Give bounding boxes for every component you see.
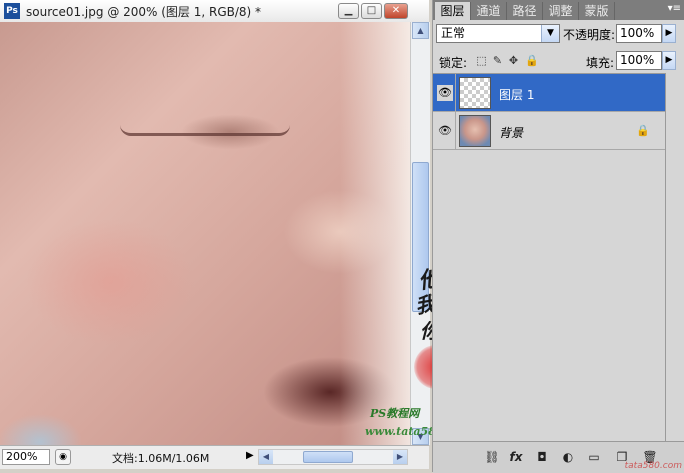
close-button[interactable]: ✕ bbox=[384, 3, 408, 19]
photoshop-icon: Ps bbox=[4, 3, 20, 19]
fill-field[interactable]: 100% bbox=[616, 51, 662, 70]
opacity-field[interactable]: 100% bbox=[616, 24, 662, 43]
zoom-level-field[interactable]: 200% bbox=[2, 449, 50, 465]
scroll-right-arrow-icon[interactable]: ▶ bbox=[393, 450, 407, 464]
layer-row[interactable]: 👁 图层 1 bbox=[433, 74, 665, 112]
layer-row[interactable]: 👁 背景 🔒 bbox=[433, 112, 665, 150]
lock-all-icon[interactable]: 🔒 bbox=[525, 54, 539, 67]
tab-paths[interactable]: 路径 bbox=[507, 2, 543, 20]
group-icon[interactable]: ▭ bbox=[585, 449, 603, 465]
layer-divider bbox=[455, 74, 456, 112]
fill-label: 填充: bbox=[586, 56, 615, 70]
blend-mode-value: 正常 bbox=[441, 26, 466, 40]
lock-label: 锁定: bbox=[439, 56, 468, 70]
status-info-icon[interactable]: ◉ bbox=[55, 449, 71, 465]
eye-icon[interactable]: 👁 bbox=[437, 123, 453, 139]
layers-panel: 图层 通道 路径 调整 蒙版 ▾≡ 正常 ▼ 不透明度: 100% ▶ 锁定: … bbox=[432, 0, 684, 473]
document-title: source01.jpg @ 200% (图层 1, RGB/8) * bbox=[26, 5, 262, 19]
panel-tab-bar: 图层 通道 路径 调整 蒙版 ▾≡ bbox=[433, 0, 684, 20]
tab-layers[interactable]: 图层 bbox=[435, 2, 471, 20]
document-titlebar[interactable]: Ps source01.jpg @ 200% (图层 1, RGB/8) * ▁… bbox=[0, 0, 429, 23]
tab-adjustments[interactable]: 调整 bbox=[543, 2, 579, 20]
status-bar: 200% ◉ 文档:1.06M/1.06M ▶ ◀ ▶ bbox=[0, 445, 429, 469]
status-menu-arrow-icon[interactable]: ▶ bbox=[246, 450, 254, 461]
layer-thumbnail bbox=[459, 77, 491, 109]
watermark-site-name: PS教程网 bbox=[370, 407, 420, 420]
layer-thumbnail bbox=[459, 115, 491, 147]
fx-icon[interactable]: fx bbox=[507, 449, 525, 465]
image-canvas[interactable] bbox=[0, 22, 410, 445]
minimize-button[interactable]: ▁ bbox=[338, 3, 359, 19]
mask-icon[interactable]: ◘ bbox=[533, 449, 551, 465]
panel-menu-icon[interactable]: ▾≡ bbox=[668, 3, 681, 14]
lock-position-icon[interactable]: ✥ bbox=[507, 54, 520, 67]
horizontal-scroll-thumb[interactable] bbox=[303, 451, 353, 463]
document-window: Ps source01.jpg @ 200% (图层 1, RGB/8) * ▁… bbox=[0, 0, 430, 469]
layers-scrollbar[interactable] bbox=[665, 73, 683, 441]
canvas-image-detail bbox=[120, 125, 290, 136]
scroll-up-arrow-icon[interactable]: ▲ bbox=[412, 22, 429, 39]
corner-watermark: tata580.com bbox=[624, 461, 682, 471]
fill-slider-arrow-icon[interactable]: ▶ bbox=[662, 51, 676, 70]
layer-name[interactable]: 背景 bbox=[499, 124, 523, 141]
link-icon[interactable]: ⛓ bbox=[483, 449, 501, 465]
lock-pixels-icon[interactable]: ✎ bbox=[491, 54, 504, 67]
tab-channels[interactable]: 通道 bbox=[471, 2, 507, 20]
eye-icon[interactable]: 👁 bbox=[437, 85, 453, 101]
canvas-image-detail bbox=[340, 22, 410, 445]
document-size-info: 文档:1.06M/1.06M bbox=[112, 452, 210, 465]
chevron-down-icon[interactable]: ▼ bbox=[541, 25, 559, 42]
tab-masks[interactable]: 蒙版 bbox=[579, 2, 615, 20]
lock-icon: 🔒 bbox=[636, 124, 650, 137]
maximize-button[interactable]: □ bbox=[361, 3, 382, 19]
horizontal-scrollbar[interactable]: ◀ ▶ bbox=[258, 449, 408, 465]
blend-mode-select[interactable]: 正常 ▼ bbox=[436, 24, 560, 43]
opacity-label: 不透明度: bbox=[563, 28, 616, 42]
lock-transparency-icon[interactable]: ⬚ bbox=[475, 54, 488, 67]
adjustment-icon[interactable]: ◐ bbox=[559, 449, 577, 465]
layer-divider bbox=[455, 112, 456, 150]
layer-name[interactable]: 图层 1 bbox=[499, 86, 534, 103]
opacity-slider-arrow-icon[interactable]: ▶ bbox=[662, 24, 676, 43]
layers-list: 👁 图层 1 👁 背景 🔒 bbox=[433, 73, 665, 442]
scroll-left-arrow-icon[interactable]: ◀ bbox=[259, 450, 273, 464]
